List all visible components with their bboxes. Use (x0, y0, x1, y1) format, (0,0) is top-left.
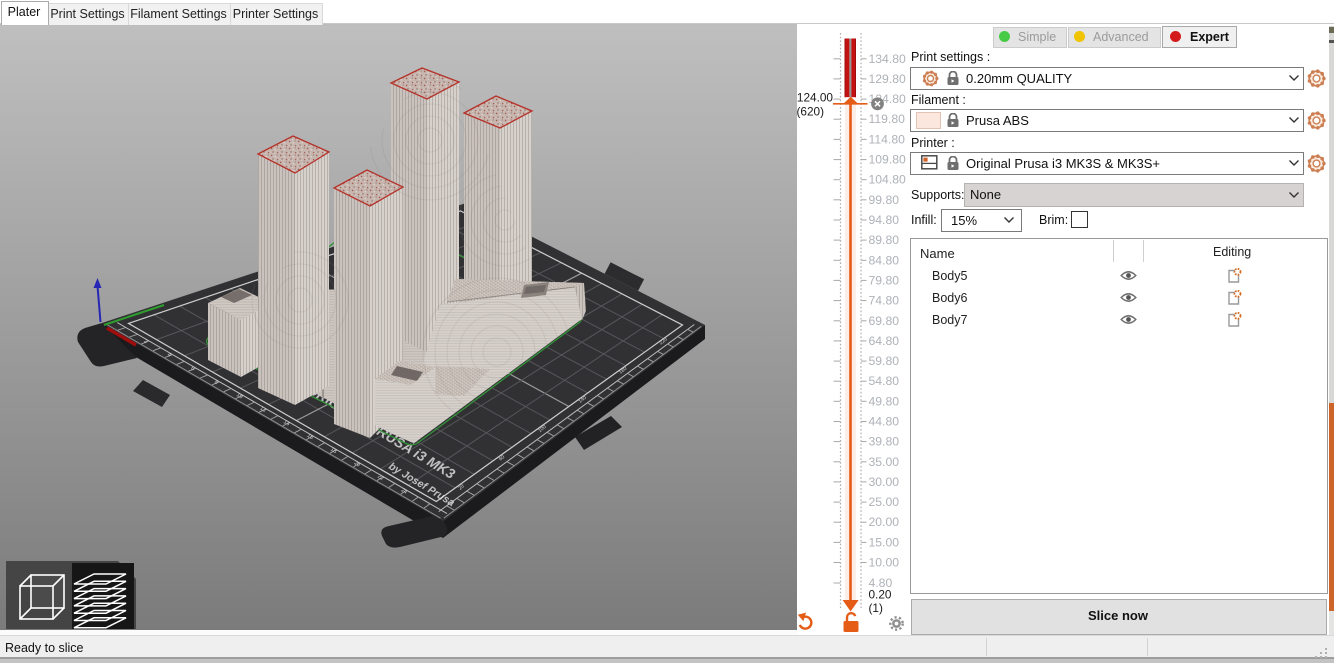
svg-text:119.80: 119.80 (869, 112, 906, 126)
svg-text:(1): (1) (869, 601, 883, 615)
svg-text:64.80: 64.80 (869, 334, 900, 348)
svg-text:30.00: 30.00 (869, 475, 900, 489)
svg-text:54.80: 54.80 (869, 374, 900, 388)
svg-text:99.80: 99.80 (869, 193, 900, 207)
svg-text:44.80: 44.80 (869, 415, 900, 429)
svg-text:20.00: 20.00 (869, 515, 900, 529)
svg-text:114.80: 114.80 (869, 132, 906, 146)
svg-text:129.80: 129.80 (869, 72, 906, 86)
svg-text:134.80: 134.80 (869, 52, 906, 66)
svg-text:104.80: 104.80 (869, 173, 906, 187)
svg-text:74.80: 74.80 (869, 294, 900, 308)
svg-text:124.00: 124.00 (797, 91, 833, 105)
svg-text:84.80: 84.80 (869, 253, 900, 267)
svg-text:49.80: 49.80 (869, 394, 900, 408)
svg-text:(620): (620) (797, 105, 824, 119)
svg-text:25.00: 25.00 (869, 495, 900, 509)
svg-text:0.20: 0.20 (869, 588, 892, 602)
svg-text:59.80: 59.80 (869, 354, 900, 368)
svg-text:10.00: 10.00 (869, 556, 900, 570)
svg-text:39.80: 39.80 (869, 435, 900, 449)
svg-text:15.00: 15.00 (869, 535, 900, 549)
svg-text:69.80: 69.80 (869, 314, 900, 328)
svg-text:35.00: 35.00 (869, 455, 900, 469)
svg-text:89.80: 89.80 (869, 233, 900, 247)
svg-text:109.80: 109.80 (869, 153, 906, 167)
svg-text:79.80: 79.80 (869, 273, 900, 287)
svg-text:94.80: 94.80 (869, 213, 900, 227)
